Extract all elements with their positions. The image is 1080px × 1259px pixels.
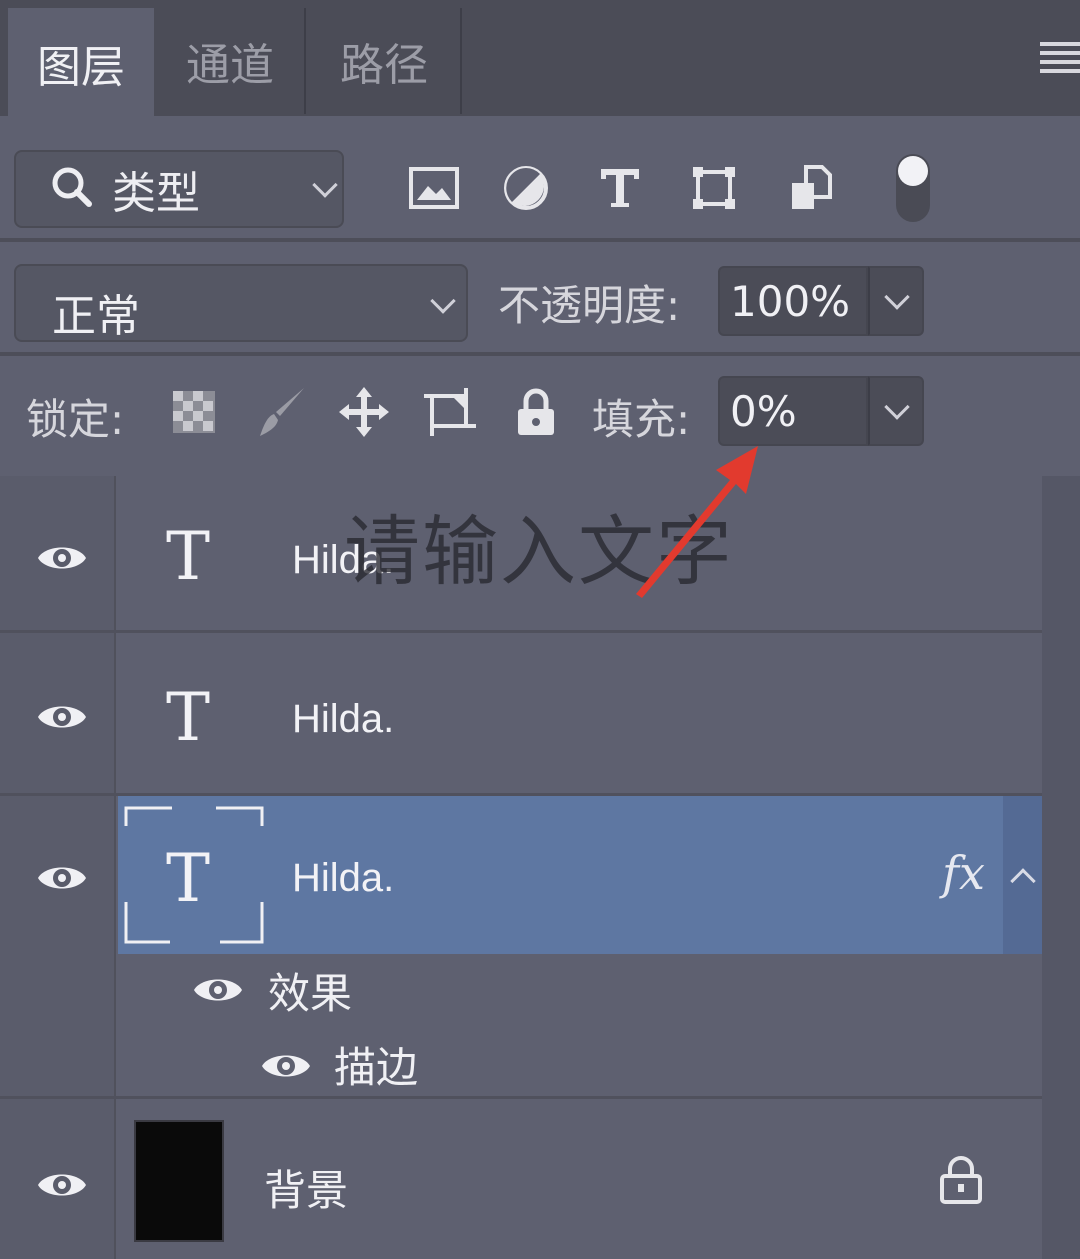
layer-name[interactable]: Hilda. xyxy=(292,697,394,742)
eye-icon[interactable] xyxy=(36,699,88,735)
blend-mode-select[interactable]: 正常 xyxy=(14,264,468,342)
lock-all-icon[interactable] xyxy=(508,384,564,440)
effects-label[interactable]: 效果 xyxy=(268,960,352,1021)
divider xyxy=(0,352,1080,356)
fx-icon[interactable]: fx xyxy=(942,846,985,900)
layer-row[interactable]: T Hilda. xyxy=(0,633,1042,793)
lock-transparent-pixels-icon[interactable] xyxy=(166,384,222,440)
layers-scrollbar[interactable] xyxy=(1042,476,1080,1259)
filter-kind-label: 类型 xyxy=(112,168,200,219)
chevron-down-icon xyxy=(884,284,910,310)
layer-effects-list xyxy=(118,956,1042,1096)
lock-label: 锁定: xyxy=(26,395,125,444)
search-icon xyxy=(52,167,92,207)
tab-paths[interactable]: 路径 xyxy=(308,8,462,114)
lock-artboard-icon[interactable] xyxy=(422,384,478,440)
type-filter-icon[interactable] xyxy=(592,160,648,216)
opacity-label: 不透明度: xyxy=(498,281,681,330)
text-layer-icon: T xyxy=(166,518,211,595)
adjustment-filter-icon[interactable] xyxy=(498,160,554,216)
thumbnail-selection-bracket xyxy=(124,806,264,944)
red-arrow-annotation xyxy=(636,446,758,598)
chevron-down-icon xyxy=(312,172,338,198)
fill-input[interactable]: 0% xyxy=(718,376,868,446)
eye-icon[interactable] xyxy=(36,860,88,896)
layer-name[interactable]: 背景 xyxy=(264,1157,348,1218)
stroke-effect-label[interactable]: 描边 xyxy=(334,1034,418,1095)
divider xyxy=(0,238,1080,242)
lock-position-move-icon[interactable] xyxy=(336,384,392,440)
fill-label: 填充: xyxy=(592,395,691,444)
lock-icon xyxy=(940,1156,982,1204)
tab-channels[interactable]: 通道 xyxy=(156,8,306,114)
panel-menu-icon[interactable] xyxy=(1040,42,1080,76)
blend-mode-label: 正常 xyxy=(52,291,140,342)
layer-thumbnail xyxy=(134,1120,224,1242)
eye-icon[interactable] xyxy=(192,972,244,1008)
lock-image-pixels-brush-icon[interactable] xyxy=(254,384,310,440)
fill-dropdown[interactable] xyxy=(868,376,924,446)
smart-object-filter-icon[interactable] xyxy=(782,160,838,216)
chevron-down-icon xyxy=(884,394,910,420)
filter-kind-select[interactable]: 类型 xyxy=(14,150,344,228)
filter-toggle[interactable] xyxy=(896,154,930,222)
opacity-input[interactable]: 100% xyxy=(718,266,868,336)
eye-icon[interactable] xyxy=(260,1048,312,1084)
chevron-down-icon xyxy=(430,288,456,314)
panel-tab-bar: 图层 通道 路径 xyxy=(0,0,1080,118)
shape-filter-icon[interactable] xyxy=(686,160,742,216)
opacity-dropdown[interactable] xyxy=(868,266,924,336)
image-filter-icon[interactable] xyxy=(406,160,462,216)
tab-layers[interactable]: 图层 xyxy=(8,8,154,118)
eye-icon[interactable] xyxy=(36,540,88,576)
eye-icon[interactable] xyxy=(36,1167,88,1203)
text-layer-icon: T xyxy=(166,679,211,756)
layer-name[interactable]: Hilda. xyxy=(292,856,394,901)
